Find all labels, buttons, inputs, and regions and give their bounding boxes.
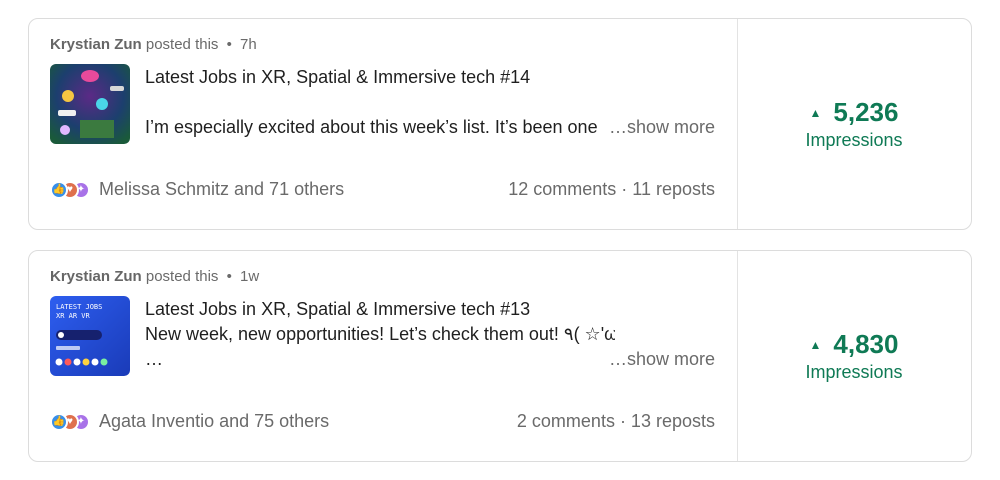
post-thumbnail[interactable] xyxy=(50,64,130,144)
trend-up-icon: ▲ xyxy=(809,337,822,352)
impressions-label: Impressions xyxy=(805,130,903,150)
post-card[interactable]: Krystian Zun posted this • 7h Latest Job… xyxy=(28,18,972,230)
impressions-label: Impressions xyxy=(805,362,903,382)
reaction-icons: 👍 ♥ ✦ xyxy=(50,180,90,199)
post-body-ellipsis: … xyxy=(145,349,163,369)
reactions-text[interactable]: Agata Inventio and 75 others xyxy=(99,411,329,432)
reaction-icons: 👍 ♥ ✦ xyxy=(50,412,90,431)
reactions-text[interactable]: Melissa Schmitz and 71 others xyxy=(99,179,344,200)
post-time: 7h xyxy=(240,36,257,53)
like-icon: 👍 xyxy=(50,412,68,431)
post-action: posted this xyxy=(145,268,219,285)
impressions-panel[interactable]: ▲ 5,236 Impressions xyxy=(737,97,971,151)
show-more-link[interactable]: …show more xyxy=(609,349,715,370)
impressions-value: ▲ 4,830 xyxy=(737,329,971,360)
post-stats[interactable]: 2 comments · 13 reposts xyxy=(517,411,715,432)
reactions-summary[interactable]: 👍 ♥ ✦ Agata Inventio and 75 others xyxy=(50,411,329,432)
post-title[interactable]: Latest Jobs in XR, Spatial & Immersive t… xyxy=(145,67,530,88)
trend-up-icon: ▲ xyxy=(809,105,822,120)
post-title[interactable]: Latest Jobs in XR, Spatial & Immersive t… xyxy=(145,299,530,320)
post-meta: Krystian Zun posted this • 1w xyxy=(50,268,259,285)
post-stats[interactable]: 12 comments · 11 reposts xyxy=(508,179,715,200)
post-meta: Krystian Zun posted this • 7h xyxy=(50,36,257,53)
post-time: 1w xyxy=(240,268,260,285)
author-name[interactable]: Krystian Zun xyxy=(50,36,142,53)
meta-separator: • xyxy=(226,36,232,53)
reactions-summary[interactable]: 👍 ♥ ✦ Melissa Schmitz and 71 others xyxy=(50,179,344,200)
show-more-link[interactable]: …show more xyxy=(609,117,715,138)
meta-separator: • xyxy=(226,268,232,285)
author-name[interactable]: Krystian Zun xyxy=(50,268,142,285)
post-body: New week, new opportunities! Let’s check… xyxy=(145,324,615,344)
post-body: I’m especially excited about this week’s… xyxy=(145,117,598,137)
impressions-count: 4,830 xyxy=(833,329,899,359)
impressions-panel[interactable]: ▲ 4,830 Impressions xyxy=(737,329,971,383)
impressions-count: 5,236 xyxy=(833,97,899,127)
like-icon: 👍 xyxy=(50,180,68,199)
impressions-value: ▲ 5,236 xyxy=(737,97,971,128)
post-action: posted this xyxy=(145,36,219,53)
post-card[interactable]: Krystian Zun posted this • 1w LATEST JOB… xyxy=(28,250,972,462)
post-thumbnail[interactable]: LATEST JOBS XR AR VR xyxy=(50,296,130,376)
